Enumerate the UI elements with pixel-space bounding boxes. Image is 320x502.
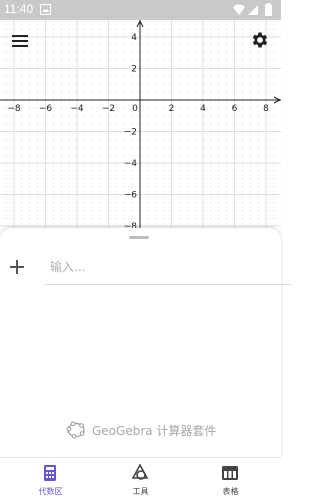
x-tick-label: −4 — [70, 104, 84, 114]
x-tick-label: 8 — [263, 104, 269, 114]
status-icons — [233, 3, 272, 16]
tools-icon — [131, 464, 149, 480]
x-tick-label: 0 — [132, 104, 138, 114]
graphics-view[interactable]: −8 −6 −4 −2 0 2 4 6 8 4 2 −2 −4 −6 −8 — [0, 20, 281, 230]
status-time: 11:40 — [4, 2, 34, 16]
status-bar: 11:40 — [0, 0, 281, 20]
x-tick-label: −2 — [102, 104, 115, 114]
image-icon — [40, 4, 51, 15]
hamburger-menu-icon[interactable] — [12, 34, 30, 48]
nav-table[interactable]: 表格 — [184, 458, 277, 502]
x-tick-label: 2 — [169, 104, 175, 114]
geogebra-logo-icon — [66, 421, 85, 439]
y-tick-label: −2 — [124, 128, 137, 138]
signal-icon — [248, 5, 258, 15]
drag-handle[interactable] — [129, 236, 149, 239]
nav-algebra[interactable]: 代数区 — [4, 458, 97, 502]
x-tick-label: 6 — [232, 104, 238, 114]
nav-label: 工具 — [132, 487, 149, 496]
branding-text: GeoGebra 计算器套件 — [92, 423, 217, 438]
plus-icon[interactable] — [8, 258, 26, 276]
nav-label: 代数区 — [38, 487, 63, 496]
nav-tools[interactable]: 工具 — [94, 458, 187, 502]
nav-label: 表格 — [222, 487, 239, 496]
algebra-panel: GeoGebra 计算器套件 — [0, 228, 292, 457]
table-icon — [222, 466, 238, 480]
y-tick-label: 2 — [131, 65, 137, 75]
algebra-input[interactable] — [44, 250, 292, 285]
x-tick-label: 4 — [200, 104, 206, 114]
gear-icon[interactable] — [250, 30, 270, 50]
y-tick-label: −4 — [124, 159, 138, 169]
x-tick-label: −8 — [7, 104, 21, 114]
wifi-icon — [233, 4, 245, 15]
x-tick-label: −6 — [39, 104, 53, 114]
coordinate-grid[interactable]: −8 −6 −4 −2 0 2 4 6 842−2−4−6−8 — [0, 20, 281, 230]
y-tick-label: 4 — [131, 33, 137, 43]
y-tick-label: −6 — [124, 191, 138, 201]
battery-icon — [265, 4, 272, 16]
calculator-icon — [44, 465, 56, 481]
branding: GeoGebra 计算器套件 — [66, 419, 216, 441]
bottom-nav: 代数区 工具 表格 — [0, 457, 281, 502]
